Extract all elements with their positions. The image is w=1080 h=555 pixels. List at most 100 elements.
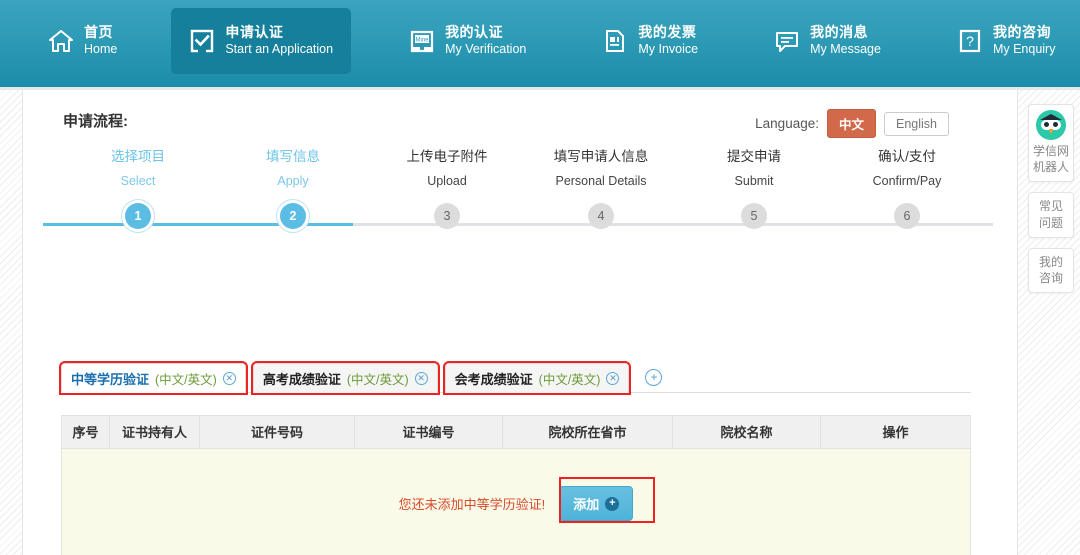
column-header-province: 院校所在省市 [503,415,673,449]
nav-label-en: Start an Application [225,41,334,56]
step-5[interactable]: 提交申请 Submit 5 [674,145,834,229]
nav-item-my-enquiry[interactable]: ? 我的咨询 My Enquiry [939,8,1074,74]
application-check-icon [189,28,215,54]
plus-circle-icon[interactable]: + [645,369,663,386]
add-certificate-button[interactable]: 添加 + [559,486,634,521]
nav-label-en: My Message [810,41,881,56]
column-header-school-name: 院校名称 [673,415,821,449]
step-label-en: Personal Details [555,174,647,188]
step-2[interactable]: 填写信息 Apply 2 [213,145,373,229]
rail-label-line1: 常见 [1038,199,1063,214]
rail-item-faq[interactable]: 常见 问题 [1028,192,1074,238]
tab-secondary-education-verification[interactable]: 中等学历验证 (中文/英文) ✕ [59,361,248,395]
step-label-cn: 填写信息 [266,149,320,164]
nav-label-en: My Enquiry [992,41,1056,56]
nav-label-cn: 我的消息 [810,24,869,41]
table-body: 您还未添加中等学历验证! 添加 + [62,449,970,555]
nav-label-cn: 首页 [84,24,113,41]
language-option-english[interactable]: English [884,111,949,136]
tab-label-main: 中等学历验证 [71,371,150,387]
nav-item-home[interactable]: 首页 Home [30,8,135,74]
close-icon[interactable]: ✕ [222,371,236,385]
step-label-cn: 选择项目 [111,149,165,164]
rail-label-line2: 咨询 [1038,270,1063,285]
rail-item-my-enquiry[interactable]: 我的 咨询 [1028,247,1074,294]
tab-label-main: 会考成绩验证 [454,372,533,387]
page-title: 申请流程: [63,113,128,130]
rail-label-line1: 我的 [1038,254,1063,269]
message-bubble-icon [774,28,800,54]
nav-label-en: Home [84,41,118,56]
nav-label-cn: 我的认证 [445,24,504,41]
tab-huikao-score-verification[interactable]: 会考成绩验证 (中文/英文) ✕ [442,361,632,395]
language-option-chinese[interactable]: 中文 [826,109,876,138]
step-label-cn: 上传电子附件 [406,149,488,164]
add-button-label: 添加 [573,497,600,512]
progress-track-fill [43,223,353,226]
step-1[interactable]: 选择项目 Select 1 [58,145,218,229]
step-4[interactable]: 填写申请人信息 Personal Details 4 [521,145,681,229]
nav-label-cn: 申请认证 [225,24,284,41]
tab-label-sub: (中文/英文) [538,373,601,387]
nav-label-cn: 我的咨询 [992,24,1051,41]
invoice-doc-icon [602,28,628,54]
main-content: 申请流程: Language: 中文 English 选择项目 Select 1… [23,93,1017,555]
nav-label-en: My Invoice [638,41,699,56]
column-header-id-number: 证件号码 [200,415,355,449]
nav-item-home-labels: 首页 Home [84,24,117,57]
close-icon[interactable]: ✕ [606,372,620,385]
rail-item-chatbot[interactable]: 学信网 机器人 [1028,104,1074,183]
step-number: 5 [741,203,767,229]
plus-circle-icon: + [605,496,620,511]
nav-item-start-an-application[interactable]: 申请认证 Start an Application [171,8,352,74]
progress-steps: 选择项目 Select 1 填写信息 Apply 2 上传电子附件 Upload… [43,145,993,240]
step-number: 1 [125,203,151,229]
close-icon[interactable]: ✕ [414,372,428,385]
nav-item-my-message[interactable]: 我的消息 My Message [756,8,899,74]
nav-item-my-message-labels: 我的消息 My Message [810,24,881,57]
certificate-table: 序号 证书持有人 证件号码 证书编号 院校所在省市 院校名称 操作 您还未添加中… [61,415,971,555]
step-3[interactable]: 上传电子附件 Upload 3 [367,145,527,229]
step-label-en: Select [120,174,156,188]
tab-label-main: 高考成绩验证 [262,372,341,387]
rail-label-line2: 机器人 [1032,160,1069,175]
top-navigation-bar: 首页 Home 申请认证 Start an Application Mine 我… [0,0,1080,90]
step-6[interactable]: 确认/支付 Confirm/Pay 6 [827,145,987,229]
nav-label-cn: 我的发票 [638,24,697,41]
nav-item-my-invoice-labels: 我的发票 My Invoice [638,24,698,57]
table-header-row: 序号 证书持有人 证件号码 证书编号 院校所在省市 院校名称 操作 [62,415,970,449]
column-header-index: 序号 [62,415,110,449]
language-label: Language: [755,116,819,131]
language-switcher: Language: 中文 English [755,109,949,138]
certificate-type-tabs: 中等学历验证 (中文/英文) ✕ 高考成绩验证 (中文/英文) ✕ 会考成绩验证… [59,361,971,395]
enquiry-question-icon: ? [957,28,983,54]
step-number: 6 [894,203,920,229]
verification-card-icon: Mine [409,28,435,54]
tab-gaokao-score-verification[interactable]: 高考成绩验证 (中文/英文) ✕ [250,361,440,395]
tab-label-sub: (中文/英文) [155,372,217,387]
step-label-cn: 填写申请人信息 [553,149,649,164]
nav-item-my-verification[interactable]: Mine 我的认证 My Verification [391,8,544,74]
empty-state-row: 您还未添加中等学历验证! 添加 + [62,449,970,555]
robot-avatar-icon [1036,110,1066,140]
home-icon [48,28,74,54]
step-label-en: Upload [427,174,467,188]
step-label-cn: 提交申请 [727,149,781,164]
nav-item-my-invoice[interactable]: 我的发票 My Invoice [584,8,716,74]
tab-label-sub: (中文/英文) [346,373,409,387]
column-header-cert-number: 证书编号 [355,415,503,449]
svg-text:Mine: Mine [416,38,430,44]
step-label-en: Confirm/Pay [872,174,942,188]
side-rail: 学信网 机器人 常见 问题 我的 咨询 [1028,104,1074,303]
column-header-holder: 证书持有人 [110,415,200,449]
svg-text:?: ? [966,33,974,49]
progress-track [43,223,993,226]
nav-item-my-enquiry-labels: 我的咨询 My Enquiry [993,24,1056,57]
step-label-en: Apply [277,174,309,188]
nav-label-en: My Verification [445,41,527,56]
